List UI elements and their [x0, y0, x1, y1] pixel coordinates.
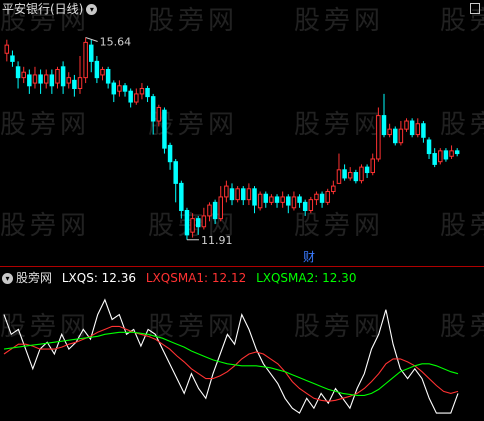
candle-body [145, 87, 150, 98]
annotation-label: 11.91 [201, 234, 233, 247]
candle-body [60, 66, 66, 87]
chart-svg: 15.64 11.91 [3, 36, 460, 414]
candle-body [212, 201, 218, 220]
candle-body [297, 196, 302, 203]
candle-body [314, 193, 319, 201]
candle-body [302, 201, 308, 211]
candle-body [190, 218, 195, 233]
candle-body [43, 74, 49, 84]
candle-body [128, 90, 133, 103]
candle-body [404, 120, 409, 130]
candle-body [387, 128, 392, 136]
candle-body [359, 166, 364, 182]
candle-body [179, 182, 184, 211]
candle-body [89, 44, 94, 62]
series-line-lxqs [3, 298, 459, 414]
candle-body [139, 87, 145, 95]
candle-body [449, 150, 454, 157]
candle-body [353, 172, 359, 182]
candle-body [10, 55, 15, 62]
series-line-lxqsma2 [3, 331, 459, 396]
candle-body [286, 196, 291, 206]
candle-body [77, 77, 83, 89]
candle-body [415, 123, 421, 136]
candle-body [376, 115, 381, 160]
candle-body [274, 196, 280, 203]
candle-body [421, 123, 426, 138]
candle-body [27, 74, 32, 87]
candle-body [409, 120, 415, 136]
candle-body [438, 150, 443, 163]
candle-body [83, 41, 88, 79]
candle-body [218, 196, 223, 220]
candle-body [393, 128, 398, 144]
candle-body [241, 188, 246, 201]
candle-body [72, 79, 77, 89]
candle-body [252, 188, 257, 206]
candle-body [370, 158, 375, 174]
candle-body [280, 196, 285, 203]
candle-body [66, 77, 71, 84]
candle-body [150, 96, 156, 122]
candle-body [167, 144, 173, 163]
candle-body [117, 85, 122, 92]
candle-body [246, 188, 252, 201]
candle-body [426, 139, 432, 155]
candle-body [263, 193, 269, 203]
candle-body [162, 109, 167, 149]
candle-body [201, 215, 207, 228]
candle-body [325, 191, 330, 203]
candle-body [398, 128, 404, 144]
candle-body [195, 218, 201, 228]
candle-body [94, 60, 100, 79]
candle-body [184, 209, 190, 236]
candle-body [432, 153, 437, 165]
candle-body [347, 172, 353, 179]
candle-body [4, 44, 10, 54]
candle-body [381, 115, 387, 136]
candle-body [257, 193, 263, 209]
candle-body [122, 85, 128, 92]
candle-body [156, 106, 162, 122]
candle-body [100, 69, 105, 76]
candle-body [38, 74, 43, 84]
candle-body [15, 66, 21, 79]
candle-body [443, 150, 449, 160]
candle-body [173, 161, 178, 184]
candle-body [55, 69, 60, 84]
candle-body [32, 74, 38, 84]
candle-body [111, 82, 117, 95]
candle-body [224, 185, 229, 198]
candle-body [454, 150, 460, 155]
chart-stage: 股旁网 股旁网 股旁网 股旁网 股旁网 股旁网 股旁网 股旁网 股旁网 股旁网 … [0, 0, 484, 421]
annotation-label: 15.64 [100, 36, 132, 49]
candle-body [207, 204, 212, 217]
candle-body [229, 188, 235, 201]
candle-body [49, 74, 55, 87]
candle-body [342, 169, 347, 179]
candle-body [105, 69, 111, 84]
candle-body [336, 169, 342, 184]
candle-body [134, 93, 139, 103]
candle-body [308, 199, 314, 211]
candle-body [235, 188, 240, 201]
candle-body [319, 193, 325, 203]
candle-body [364, 166, 370, 174]
candle-body [21, 71, 26, 79]
candle-body [331, 185, 336, 193]
candle-body [269, 196, 274, 203]
candle-body [291, 196, 297, 209]
